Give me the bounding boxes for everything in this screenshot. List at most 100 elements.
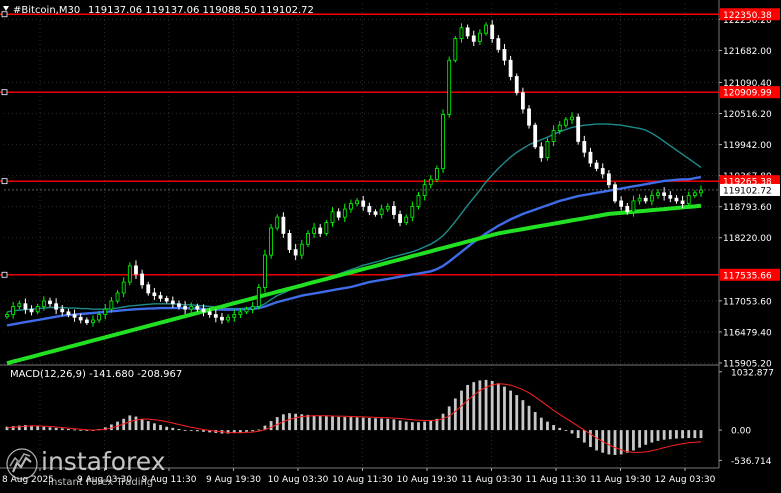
chart-background (0, 0, 781, 489)
macd-histogram-bar (625, 430, 629, 453)
macd-histogram-bar (638, 430, 641, 448)
macd-histogram-bar (687, 430, 691, 439)
price-tick-label: 118220.00 (723, 234, 772, 244)
macd-histogram-bar (374, 418, 377, 431)
candle-body (152, 292, 157, 297)
macd-histogram-bar (503, 386, 506, 431)
macd-histogram-bar (466, 384, 470, 431)
candle-body (84, 319, 89, 324)
candle-body (146, 284, 151, 294)
macd-histogram-bar (595, 430, 598, 451)
macd-histogram-bar (533, 412, 537, 431)
candle-body (17, 303, 22, 307)
macd-histogram-bar (681, 430, 684, 439)
trading-chart[interactable]: 1032.877 0.00 -536.714 122256.20 121682.00 1… (0, 0, 781, 489)
candle-body (649, 195, 654, 202)
candle-body (625, 205, 630, 213)
candle-body (680, 200, 685, 205)
candle-body (336, 211, 341, 218)
macd-histogram-bar (539, 417, 543, 431)
candle-body (576, 116, 581, 142)
macd-histogram-bar (251, 430, 255, 432)
current-price-label: 119102.72 (723, 186, 772, 196)
macd-histogram-bar (48, 427, 52, 431)
macd-histogram-bar (269, 421, 273, 431)
macd-histogram-bar (509, 390, 513, 431)
level-handle[interactable] (1, 89, 8, 96)
macd-histogram-bar (36, 426, 40, 431)
macd-histogram-bar (146, 421, 150, 431)
macd-histogram-bar (5, 426, 9, 431)
macd-histogram-bar (589, 430, 592, 448)
candle-body (600, 168, 605, 175)
price-tick-label: 118793.60 (723, 203, 772, 213)
macd-histogram-bar (152, 423, 156, 431)
candle-body (164, 297, 169, 302)
candle-body (41, 300, 46, 307)
macd-histogram-bar (576, 430, 580, 439)
candle-body (220, 316, 224, 321)
macd-histogram-bar (668, 430, 672, 440)
candle-body (134, 265, 138, 275)
candle-body (312, 227, 316, 234)
candle-body (324, 222, 329, 234)
candle-body (453, 38, 458, 61)
level-price-label: 117535.66 (723, 271, 772, 281)
macd-histogram-bar (675, 430, 678, 439)
candle-body (441, 113, 445, 169)
macd-histogram-bar (134, 416, 138, 431)
time-tick-label: 10 Aug 19:30 (397, 475, 458, 485)
ohlc-values: 119137.06 119137.06 119088.50 119102.72 (88, 5, 314, 16)
candle-body (158, 295, 163, 299)
candle-body (287, 233, 292, 251)
candle-body (60, 308, 65, 313)
chart-svg[interactable]: 1032.8770.00-536.714 122256.20121682.001… (0, 0, 781, 489)
candle-body (299, 243, 304, 256)
macd-histogram-bar (613, 430, 617, 455)
candle-body (48, 300, 52, 305)
time-tick-label: 12 Aug 03:30 (655, 475, 716, 485)
candle-body (97, 314, 102, 321)
level-handle[interactable] (1, 271, 8, 278)
macd-histogram-bar (165, 426, 169, 431)
candle-body (367, 205, 372, 213)
macd-histogram-bar (355, 417, 359, 431)
macd-histogram-bar (202, 430, 205, 432)
macd-histogram-bar (67, 428, 70, 431)
candle-body (533, 124, 538, 148)
time-tick-label: 9 Aug 19:30 (206, 475, 261, 485)
macd-histogram-bar (128, 415, 132, 431)
candle-body (619, 200, 624, 207)
candle-body (435, 168, 439, 180)
level-handle[interactable] (1, 178, 8, 185)
candle-body (318, 227, 323, 234)
macd-histogram-bar (361, 417, 365, 431)
watermark-tagline: Instant Forex Trading (48, 477, 153, 488)
candle-body (269, 227, 273, 256)
macd-histogram-bar (294, 413, 298, 431)
candle-body (527, 108, 531, 126)
candle-body (447, 59, 452, 115)
macd-histogram-bar (546, 421, 549, 431)
level-handle[interactable] (1, 11, 8, 18)
candle-body (668, 195, 673, 199)
candle-body (514, 76, 519, 94)
macd-tick-label: 1032.877 (731, 368, 774, 378)
macd-histogram-bar (650, 430, 654, 443)
candle-body (232, 314, 237, 318)
candle-body (373, 211, 378, 215)
candle-body (398, 214, 402, 223)
candle-body (637, 197, 642, 202)
candle-body (656, 192, 660, 196)
candle-body (484, 24, 488, 34)
macd-histogram-bar (367, 417, 371, 431)
macd-histogram-bar (306, 414, 310, 431)
candle-body (355, 200, 359, 205)
price-tick-label: 119942.00 (723, 141, 772, 151)
candle-body (557, 124, 562, 132)
candle-body (306, 233, 310, 245)
candle-body (256, 287, 261, 307)
macd-histogram-bar (337, 416, 341, 431)
candle-body (213, 314, 218, 318)
candle-body (539, 146, 544, 159)
